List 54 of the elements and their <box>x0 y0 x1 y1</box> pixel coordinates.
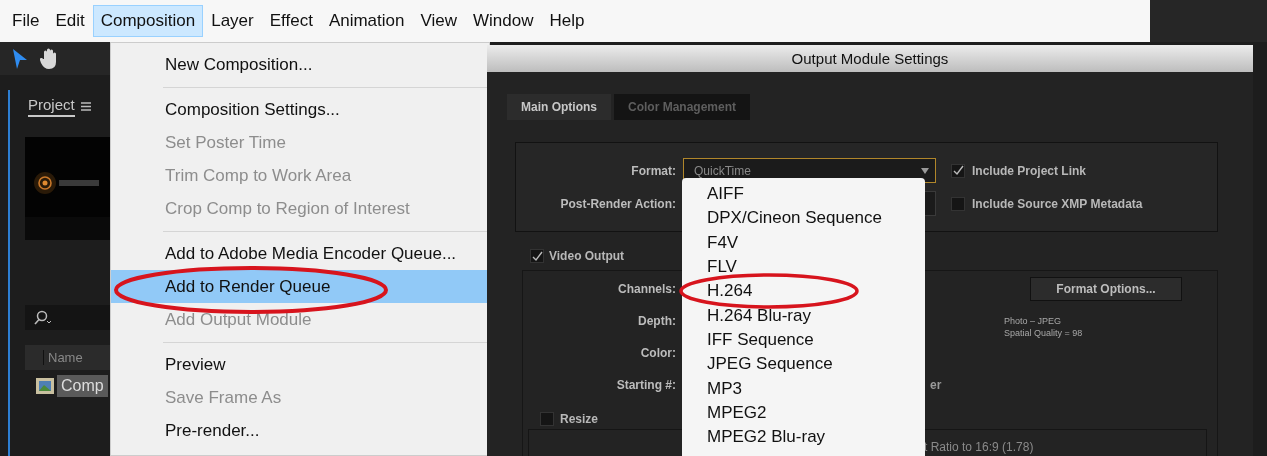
dropdown-option[interactable]: MP3 <box>682 376 925 401</box>
project-item[interactable]: Comp <box>57 374 108 397</box>
dropdown-option[interactable]: DPX/Cineon Sequence <box>682 206 925 231</box>
option-text: er <box>930 378 943 392</box>
format-info-text: Photo – JPEG <box>1004 315 1063 327</box>
menu-item[interactable]: Composition <box>92 5 204 37</box>
field-label: Format: <box>631 163 676 178</box>
menu-item[interactable]: Effect <box>261 5 321 37</box>
menu-entry[interactable]: Add to Render Queue <box>111 270 489 303</box>
field-label: Post-Render Action: <box>560 196 676 211</box>
dropdown-option[interactable]: JPEG Sequence <box>682 352 925 377</box>
format-info-text: Spatial Quality = 98 <box>1004 327 1084 339</box>
dropdown-option[interactable]: H.264 Blu-ray <box>682 303 925 328</box>
checkbox[interactable] <box>530 249 544 263</box>
menu-item[interactable]: Animation <box>320 5 413 37</box>
dropdown-option[interactable]: IFF Sequence <box>682 327 925 353</box>
caret-icon <box>921 167 929 174</box>
menu-entry[interactable]: Composition Settings... <box>111 93 489 126</box>
panel-tab[interactable]: Project <box>28 95 75 117</box>
field-label: Color: <box>640 346 676 360</box>
dropdown-option[interactable]: F4V <box>682 230 925 255</box>
field-label: Channels: <box>618 282 676 296</box>
menu-item[interactable]: Help <box>541 5 593 37</box>
checkbox[interactable] <box>540 412 554 426</box>
checkbox-label: Include Project Link <box>972 163 1087 178</box>
field-label: Starting #: <box>616 378 676 392</box>
menu-entry[interactable]: New Composition... <box>111 48 489 81</box>
dropdown-option[interactable]: MPEG2 <box>682 400 925 425</box>
checkbox-label: Video Output <box>549 249 625 263</box>
menu-item[interactable]: Edit <box>47 5 93 37</box>
checkbox[interactable] <box>951 196 965 211</box>
menu-entry[interactable]: Pre-render... <box>111 414 489 447</box>
menu-item[interactable]: Window <box>465 5 542 37</box>
menu-item[interactable]: File <box>4 5 48 37</box>
column-label[interactable]: Name <box>43 350 83 365</box>
checkbox[interactable] <box>951 163 965 178</box>
dropdown-option[interactable]: AIFF <box>682 182 925 207</box>
menu-entry[interactable]: Preview <box>111 348 489 381</box>
checkbox-label: Include Source XMP Metadata <box>972 196 1143 211</box>
menu-icon[interactable] <box>80 101 91 111</box>
dialog-title: Output Module Settings <box>487 45 1253 72</box>
pointer-arrow-icon[interactable] <box>12 47 28 70</box>
format-options-button[interactable]: Format Options... <box>1030 277 1182 301</box>
dropdown-option[interactable]: FLV <box>682 254 925 280</box>
menu-item[interactable]: View <box>412 5 466 37</box>
menu-item[interactable]: Layer <box>203 5 262 37</box>
checkbox-label: Resize <box>560 412 599 426</box>
field-label: Depth: <box>638 314 676 328</box>
search-field[interactable] <box>25 305 110 330</box>
dropdown-option[interactable]: MPEG2 Blu-ray <box>682 424 925 450</box>
tab[interactable]: Main Options <box>507 94 611 120</box>
search-icon <box>33 309 53 326</box>
composition-icon <box>35 376 55 395</box>
dropdown-option[interactable]: H.264 <box>682 279 925 304</box>
